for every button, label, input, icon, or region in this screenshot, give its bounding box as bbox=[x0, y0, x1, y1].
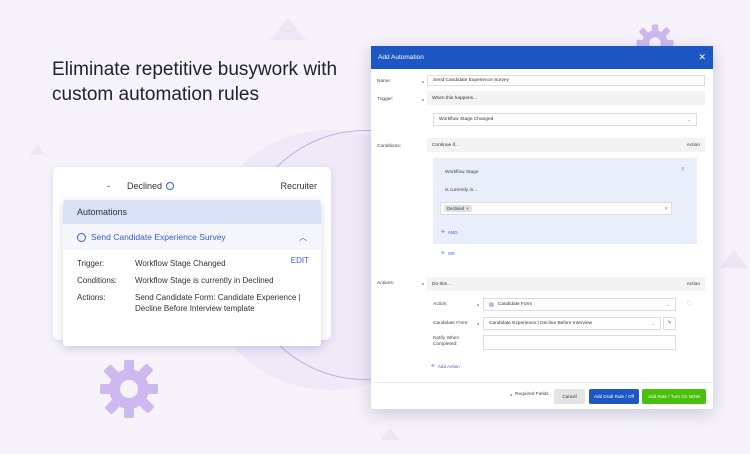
row-role: Recruiter bbox=[280, 181, 317, 191]
add-action-link[interactable]: ✢ Add Action bbox=[431, 363, 460, 369]
automation-details: EDIT Trigger: Workflow Stage Changed Con… bbox=[63, 250, 321, 328]
chevron-up-icon[interactable]: ︿ bbox=[299, 232, 307, 243]
required-dot bbox=[510, 393, 512, 396]
bg-triangle bbox=[720, 250, 748, 268]
actions-value: Send Candidate Form: Candidate Experienc… bbox=[135, 293, 301, 313]
modal-title: Add Automation bbox=[378, 54, 424, 61]
add-action-label: Add Action bbox=[437, 363, 460, 369]
trigger-row: Trigger: Workflow Stage Changed bbox=[77, 258, 307, 269]
required-dot bbox=[477, 304, 479, 306]
condition-values-input[interactable]: Declined × ✕ bbox=[440, 202, 672, 215]
chevron-down-icon: ⌄ bbox=[651, 320, 655, 326]
plus-icon: ✢ bbox=[441, 229, 445, 234]
action-label: Action: bbox=[433, 302, 448, 307]
action-select-value: Candidate Form bbox=[497, 302, 533, 307]
automation-rule-row[interactable]: Send Candidate Experience Survey ︿ bbox=[63, 224, 321, 250]
conditions-value: Workflow Stage is currently in Declined bbox=[135, 276, 274, 285]
actions-label: Actions: bbox=[377, 281, 395, 286]
candidate-form-label: Candidate Form: bbox=[433, 321, 469, 326]
chevron-down-icon: ⌄ bbox=[666, 301, 670, 307]
actions-band-label: Do this... bbox=[432, 281, 451, 287]
chip-remove-icon[interactable]: × bbox=[466, 206, 469, 211]
clear-icon[interactable]: ✕ bbox=[664, 206, 668, 212]
plus-icon: ✢ bbox=[441, 250, 445, 255]
add-automation-modal: Add Automation ✕ Name: Send Candidate Ex… bbox=[371, 46, 713, 409]
automations-header: Automations bbox=[63, 200, 321, 224]
required-dot bbox=[422, 283, 424, 285]
conditions-label: Conditions: bbox=[77, 276, 118, 285]
chip-label: Declined bbox=[447, 206, 465, 211]
actions-label: Actions: bbox=[77, 293, 106, 302]
or-link[interactable]: ✢ OR bbox=[441, 250, 455, 256]
notify-label: Notify When Completed: bbox=[433, 336, 460, 347]
edit-form-button[interactable]: ✎ bbox=[663, 317, 676, 330]
actions-action-header: Action bbox=[686, 281, 700, 287]
bg-triangle bbox=[380, 428, 400, 440]
and-label: AND bbox=[447, 229, 458, 235]
action-select[interactable]: ▤ Candidate Form ⌄ bbox=[483, 298, 676, 311]
trigger-select[interactable]: Workflow Stage Changed ⌄ bbox=[433, 113, 697, 126]
condition-operator: is currently in... bbox=[445, 188, 478, 193]
name-input[interactable]: Send Candidate Experience Survey bbox=[427, 75, 705, 86]
add-draft-rule-button[interactable]: Add Draft Rule / Off bbox=[589, 389, 639, 404]
delete-action-icon[interactable]: ▢ bbox=[687, 300, 692, 306]
row-status: Declined bbox=[127, 181, 267, 191]
bg-triangle bbox=[270, 18, 306, 40]
declined-chip[interactable]: Declined × bbox=[444, 205, 472, 212]
chevron-down-icon: ⌄ bbox=[687, 116, 691, 122]
page-headline: Eliminate repetitive busywork with custo… bbox=[52, 59, 338, 105]
trigger-select-value: Workflow Stage Changed bbox=[439, 117, 494, 122]
required-fields-note: Required Fields bbox=[510, 392, 549, 397]
required-fields-label: Required Fields bbox=[515, 392, 549, 397]
required-dot bbox=[422, 99, 424, 101]
automation-icon bbox=[77, 232, 86, 242]
condition-field: Workflow Stage bbox=[445, 170, 479, 175]
actions-band: Do this... Action bbox=[427, 277, 705, 291]
conditions-band-label: Continue if... bbox=[432, 142, 459, 148]
actions-row: Actions: Send Candidate Form: Candidate … bbox=[77, 292, 307, 314]
conditions-label: Conditions: bbox=[377, 144, 401, 149]
gear-icon bbox=[100, 360, 158, 418]
add-rule-turn-on-button[interactable]: Add Rule / Turn On NOW bbox=[642, 389, 706, 404]
modal-header: Add Automation ✕ bbox=[371, 46, 713, 69]
cancel-button[interactable]: Cancel bbox=[554, 389, 585, 404]
trigger-value: Workflow Stage Changed bbox=[135, 259, 226, 268]
form-icon: ▤ bbox=[489, 301, 494, 308]
row-dash: - bbox=[107, 181, 110, 191]
bg-triangle bbox=[30, 145, 46, 155]
name-label: Name: bbox=[377, 79, 392, 84]
close-icon[interactable]: ✕ bbox=[698, 52, 706, 63]
required-dot bbox=[477, 323, 479, 325]
automation-icon bbox=[166, 182, 175, 190]
and-link[interactable]: ✢ AND bbox=[441, 229, 458, 235]
required-dot bbox=[422, 81, 424, 83]
or-label: OR bbox=[447, 250, 455, 256]
trigger-band: When this happens... bbox=[427, 91, 705, 105]
trigger-band-label: When this happens... bbox=[432, 95, 478, 101]
automations-popover: Automations Send Candidate Experience Su… bbox=[63, 200, 321, 346]
candidate-form-select[interactable]: Candidate Experience | Decline Before In… bbox=[483, 317, 661, 330]
trigger-label: Trigger: bbox=[377, 97, 394, 102]
plus-icon: ✢ bbox=[431, 363, 435, 368]
edit-link[interactable]: EDIT bbox=[291, 256, 309, 265]
notify-input[interactable] bbox=[483, 335, 676, 350]
conditions-action-header: Action bbox=[686, 142, 700, 148]
conditions-row: Conditions: Workflow Stage is currently … bbox=[77, 275, 307, 286]
candidate-form-value: Candidate Experience | Decline Before In… bbox=[489, 321, 593, 326]
conditions-band: Continue if... Action bbox=[427, 138, 705, 152]
drag-handle-icon[interactable]: ⠿ bbox=[681, 167, 685, 173]
trigger-label: Trigger: bbox=[77, 259, 105, 268]
automation-rule-name: Send Candidate Experience Survey bbox=[91, 232, 226, 242]
pencil-icon: ✎ bbox=[667, 321, 672, 326]
row-status-label: Declined bbox=[127, 181, 163, 191]
